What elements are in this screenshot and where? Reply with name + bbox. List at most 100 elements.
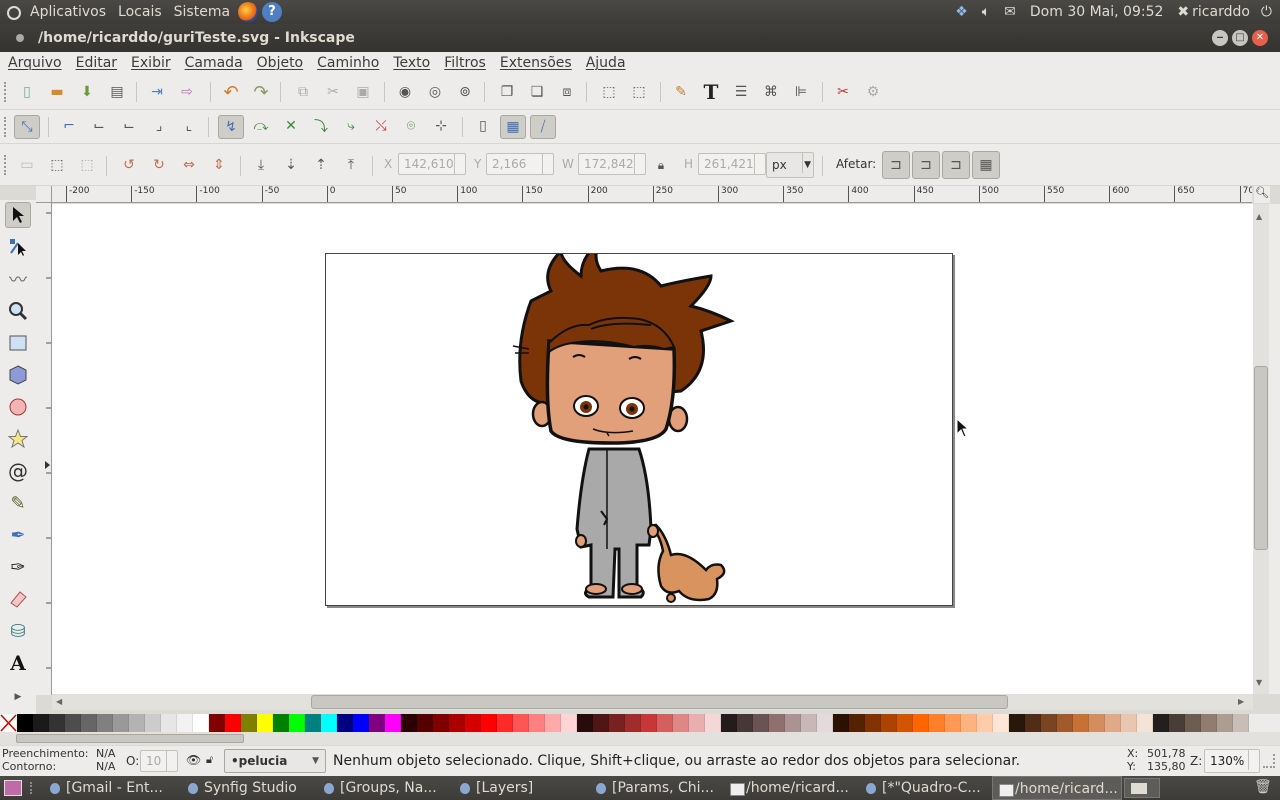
menu-exibir[interactable]: Exibir — [123, 55, 177, 71]
color-swatch[interactable] — [337, 714, 353, 732]
toolbar-grip[interactable] — [4, 82, 7, 102]
xml-editor-icon[interactable]: ⌘ — [760, 81, 782, 103]
color-swatch[interactable] — [721, 714, 737, 732]
window-titlebar[interactable]: /home/ricarddo/guriTeste.svg - Inkscape … — [0, 24, 1280, 52]
affect-corners-icon[interactable]: ⊐ — [912, 151, 940, 179]
color-swatch[interactable] — [865, 714, 881, 732]
zoom-selection-icon[interactable]: ◉ — [394, 81, 416, 103]
color-swatch[interactable] — [177, 714, 193, 732]
flip-horizontal-icon[interactable]: ⇔ — [178, 154, 200, 176]
color-swatch[interactable] — [1169, 714, 1185, 732]
snap-midpoints-icon[interactable]: ⤯ — [370, 115, 392, 137]
dropbox-icon[interactable]: ❖ — [955, 4, 968, 20]
help-icon[interactable]: ? — [262, 2, 283, 22]
color-swatch[interactable] — [1025, 714, 1041, 732]
color-swatch[interactable] — [49, 714, 65, 732]
menu-camada[interactable]: Camada — [177, 55, 249, 71]
redo-icon[interactable]: ↷ — [250, 81, 272, 103]
paste-icon[interactable]: ▣ — [352, 81, 374, 103]
volume-icon[interactable]: 🔈︎ — [982, 4, 990, 20]
color-swatch[interactable] — [1185, 714, 1201, 732]
snap-bbox-midpoint-icon[interactable]: ⌟ — [148, 115, 170, 137]
color-swatch[interactable] — [321, 714, 337, 732]
group-icon[interactable]: ⬚ — [598, 81, 620, 103]
pen-tool-icon[interactable]: ✒ — [5, 522, 31, 548]
raise-to-top-icon[interactable]: ⤒ — [340, 154, 362, 176]
snap-intersections-icon[interactable]: ✕ — [280, 115, 302, 137]
color-swatch[interactable] — [129, 714, 145, 732]
color-swatch[interactable] — [545, 714, 561, 732]
task-home-ricard-1[interactable]: /home/ricard... — [724, 776, 854, 800]
new-document-icon[interactable]: ▯ — [16, 81, 38, 103]
color-swatch[interactable] — [193, 714, 209, 732]
copy-icon[interactable]: ⧉ — [292, 81, 314, 103]
color-swatch[interactable] — [561, 714, 577, 732]
text-font-icon[interactable]: T — [700, 80, 722, 104]
color-swatch[interactable] — [929, 714, 945, 732]
x-field[interactable]: 142,610 — [398, 153, 466, 175]
align-distribute-icon[interactable]: ⊫ — [790, 81, 812, 103]
snap-rotation-center-icon[interactable]: ⊹ — [430, 115, 452, 137]
color-swatch[interactable] — [1073, 714, 1089, 732]
color-swatch[interactable] — [1009, 714, 1025, 732]
vertical-ruler[interactable] — [36, 203, 52, 695]
fill-value[interactable]: N/A — [96, 747, 115, 760]
color-swatch[interactable] — [1121, 714, 1137, 732]
3d-box-tool-icon[interactable] — [5, 362, 31, 388]
layer-visibility-icon[interactable]: 👁︎ — [186, 753, 201, 767]
color-swatch[interactable] — [785, 714, 801, 732]
duplicate-icon[interactable]: ❐ — [496, 81, 518, 103]
horizontal-ruler[interactable]: -200 -150 -100 -50 0 50 100 150 200 250 300 350 400 4… — [52, 186, 1252, 203]
color-swatch[interactable] — [945, 714, 961, 732]
ubuntu-logo-icon[interactable] — [2, 1, 24, 23]
vertical-scrollbar[interactable]: ▲ ▼ — [1253, 204, 1269, 694]
task-layers[interactable]: [Layers] — [454, 776, 582, 800]
color-swatch[interactable] — [961, 714, 977, 732]
mail-icon[interactable]: ✉︎ — [1004, 4, 1016, 20]
color-swatch[interactable] — [833, 714, 849, 732]
color-swatch[interactable] — [657, 714, 673, 732]
undo-icon[interactable]: ↶ — [220, 81, 242, 103]
color-swatch[interactable] — [817, 714, 833, 732]
flip-vertical-icon[interactable]: ⇕ — [208, 154, 230, 176]
pencil-tool-icon[interactable]: ✎ — [5, 490, 31, 516]
lower-to-bottom-icon[interactable]: ⤓ — [250, 154, 272, 176]
select-all-icon[interactable]: ▭ — [16, 154, 38, 176]
export-icon[interactable]: ⇨ — [176, 81, 198, 103]
snap-grid-icon[interactable]: ▦ — [500, 115, 526, 139]
color-swatch[interactable] — [913, 714, 929, 732]
calligraphy-tool-icon[interactable]: ✑ — [5, 554, 31, 580]
color-swatch[interactable] — [353, 714, 369, 732]
rectangle-tool-icon[interactable] — [5, 330, 31, 356]
color-swatch[interactable] — [113, 714, 129, 732]
snap-bbox-icon[interactable]: ⌐ — [58, 115, 80, 137]
horizontal-scroll-thumb[interactable] — [311, 695, 1008, 709]
color-swatch[interactable] — [161, 714, 177, 732]
select-all-layers-icon[interactable]: ⬚ — [46, 154, 68, 176]
task-synfig[interactable]: Synfig Studio — [182, 776, 310, 800]
color-swatch[interactable] — [17, 714, 33, 732]
menu-ajuda[interactable]: Ajuda — [578, 55, 632, 71]
color-swatch[interactable] — [433, 714, 449, 732]
color-swatch[interactable] — [625, 714, 641, 732]
vertical-scroll-thumb[interactable] — [1254, 366, 1268, 550]
zoom-corner-icon[interactable]: 🔍︎ — [1254, 186, 1270, 203]
color-swatch[interactable] — [737, 714, 753, 732]
menu-texto[interactable]: Texto — [385, 55, 436, 71]
color-swatch[interactable] — [305, 714, 321, 732]
snap-bbox-center-icon[interactable]: ⌞ — [178, 115, 200, 137]
stroke-value[interactable]: N/A — [96, 760, 115, 773]
snap-enable-icon[interactable]: ⤡ — [14, 115, 40, 139]
task-gmail[interactable]: [Gmail - Ent... — [44, 776, 176, 800]
scroll-left-icon[interactable]: ◀ — [56, 697, 62, 706]
color-swatch[interactable] — [577, 714, 593, 732]
layers-icon[interactable]: ☰ — [730, 81, 752, 103]
snap-bbox-corner-icon[interactable]: ⌙ — [118, 115, 140, 137]
affect-gradients-icon[interactable]: ⊐ — [942, 151, 970, 179]
color-swatch[interactable] — [225, 714, 241, 732]
scroll-up-icon[interactable]: ▲ — [1256, 212, 1262, 221]
paint-bucket-tool-icon[interactable]: ⛁ — [5, 618, 31, 644]
menu-arquivo[interactable]: Arquivo — [0, 55, 68, 71]
layer-lock-icon[interactable]: 🔓︎ — [206, 753, 213, 767]
palette-scrollbar[interactable] — [0, 732, 1280, 745]
